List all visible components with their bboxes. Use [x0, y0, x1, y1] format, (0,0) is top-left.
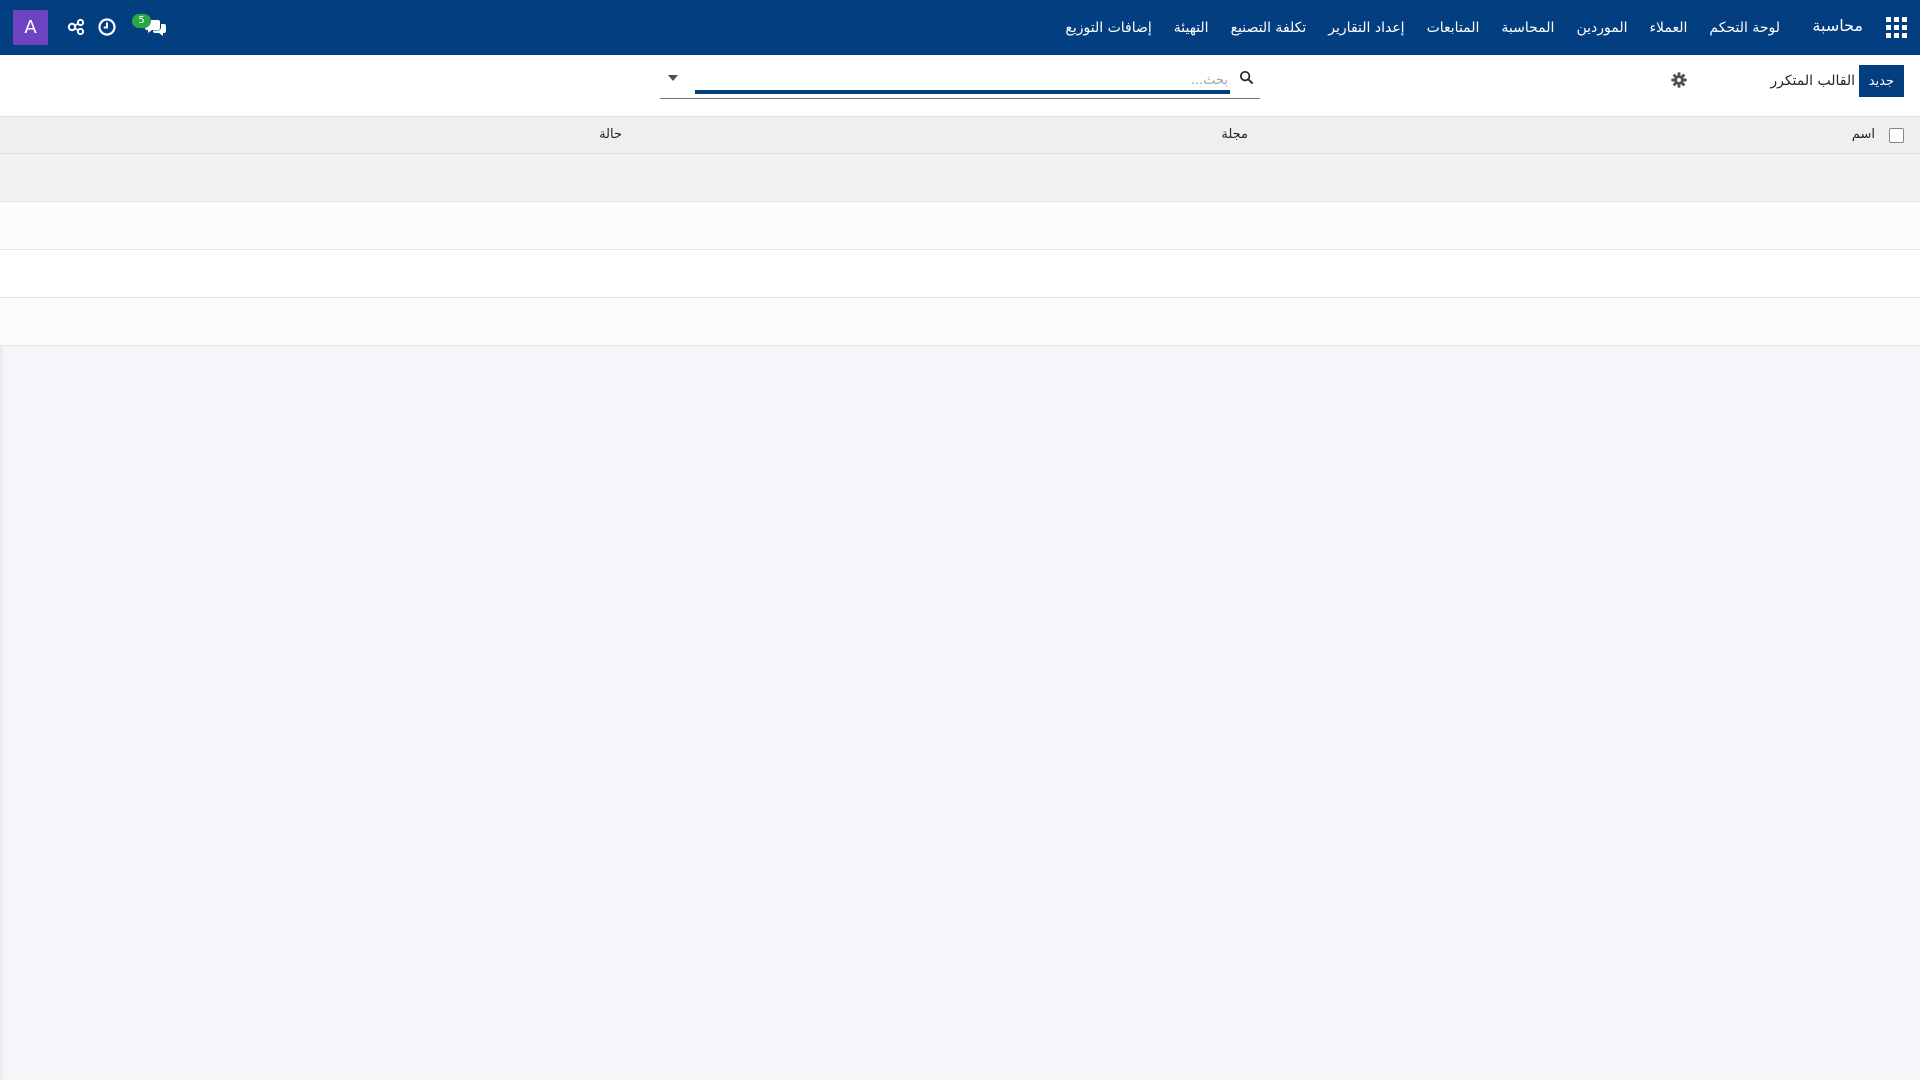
app-menu-grid-icon[interactable] [1886, 17, 1907, 38]
menu-item-configuration[interactable]: التهيئة [1163, 20, 1220, 36]
search-bar [660, 65, 1260, 99]
column-header-name[interactable]: اسم [1852, 127, 1875, 142]
breadcrumb: القالب المتكرر [1770, 73, 1855, 89]
column-header-journal[interactable]: مجلة [1221, 127, 1248, 142]
table-row [0, 154, 1920, 202]
app-brand-title[interactable]: محاسبة [1812, 16, 1863, 35]
menu-item-followups[interactable]: المتابعات [1416, 20, 1491, 36]
menu-item-reporting[interactable]: إعداد التقارير [1317, 20, 1415, 36]
menu-item-accounting[interactable]: المحاسبة [1490, 20, 1565, 36]
search-loading-bar [695, 90, 1230, 94]
gear-icon[interactable] [1670, 71, 1688, 89]
table-row [0, 298, 1920, 346]
control-panel: جديد القالب المتكرر [0, 55, 1920, 117]
user-avatar[interactable]: A [13, 10, 48, 45]
clock-icon[interactable] [97, 17, 117, 37]
menu-item-dashboard[interactable]: لوحة التحكم [1698, 20, 1791, 36]
table-row [0, 202, 1920, 250]
share-icon[interactable] [66, 17, 86, 37]
caret-down-icon[interactable] [667, 74, 679, 82]
main-navbar: محاسبة لوحة التحكم العملاء الموردين المح… [0, 0, 1920, 55]
table-row [0, 250, 1920, 298]
records-list: اسم مجلة حالة [0, 117, 1920, 346]
search-input[interactable] [700, 69, 1230, 91]
menu-item-distribution-addons[interactable]: إضافات التوزيع [1054, 20, 1162, 36]
menu-item-customers[interactable]: العملاء [1638, 20, 1698, 36]
list-header: اسم مجلة حالة [0, 117, 1920, 154]
menu-item-manufacturing-cost[interactable]: تكلفة التصنيع [1220, 20, 1318, 36]
column-header-state[interactable]: حالة [599, 127, 622, 142]
new-button[interactable]: جديد [1858, 65, 1904, 97]
top-menu: لوحة التحكم العملاء الموردين المحاسبة ال… [1054, 0, 1791, 55]
search-icon [1239, 70, 1254, 85]
select-all-checkbox[interactable] [1889, 128, 1904, 143]
messages-count-badge: 5 [132, 14, 151, 28]
menu-item-vendors[interactable]: الموردين [1565, 20, 1638, 36]
